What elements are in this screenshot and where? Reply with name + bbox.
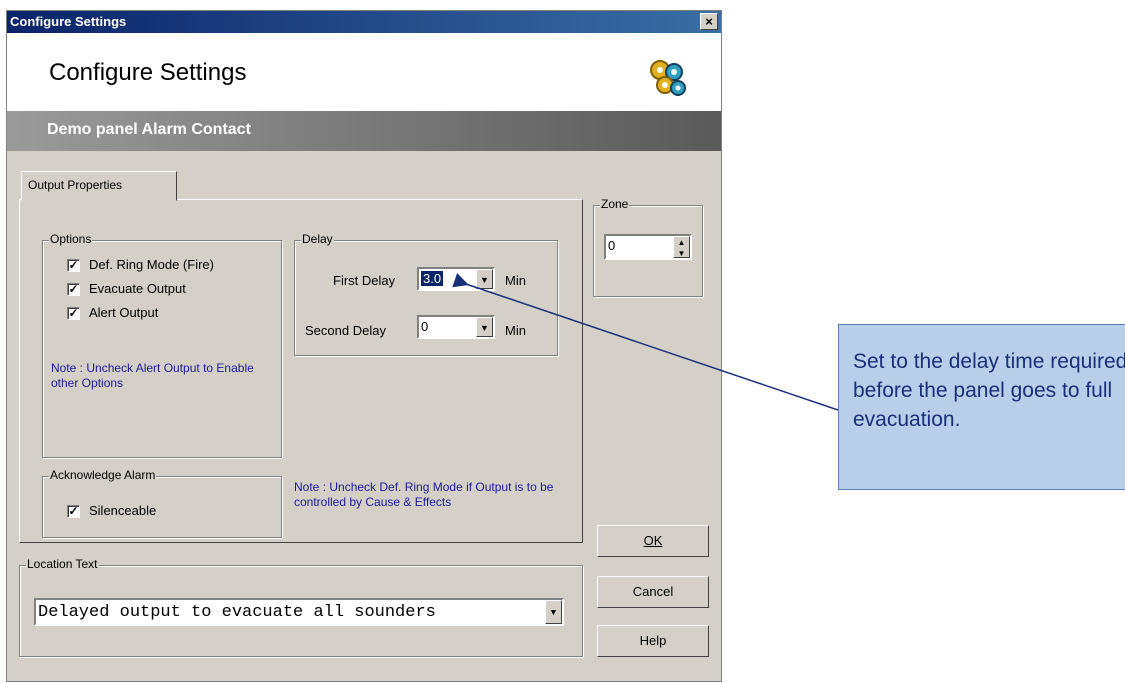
location-text-value: Delayed output to evacuate all sounders (38, 603, 436, 622)
evacuate-output-label: Evacuate Output (89, 281, 186, 296)
tab-output-properties[interactable]: Output Properties (21, 171, 177, 201)
first-delay-value: 3.0 (419, 270, 445, 287)
close-button[interactable]: × (700, 13, 718, 30)
zone-group: Zone 0 ▲ ▼ (593, 197, 703, 297)
tab-label: Output Properties (28, 178, 123, 192)
tab-panel: Options ✓ Def. Ring Mode (Fire) ✓ Evacua… (19, 199, 583, 543)
def-ring-mode-checkbox[interactable]: ✓ (67, 259, 80, 272)
gears-icon (650, 60, 686, 96)
silenceable-label: Silenceable (89, 503, 157, 518)
ok-button-label: OK (643, 533, 663, 548)
chevron-down-icon[interactable]: ▼ (476, 269, 493, 289)
configure-settings-dialog: Configure Settings × Configure Settings … (6, 10, 722, 682)
help-button-label: Help (639, 633, 667, 648)
acknowledge-alarm-label: Acknowledge Alarm (49, 468, 157, 482)
def-ring-mode-label: Def. Ring Mode (Fire) (89, 257, 214, 272)
second-delay-unit: Min (505, 323, 526, 338)
title-bar: Configure Settings × (7, 11, 721, 33)
header-title: Configure Settings (49, 59, 247, 86)
location-text-label: Location Text (26, 557, 99, 571)
chevron-down-icon[interactable]: ▼ (545, 600, 562, 624)
window-title: Configure Settings (10, 14, 127, 29)
delay-group: Delay First Delay 3.0 ▼ Min Second Delay… (294, 232, 558, 356)
ok-button[interactable]: OK (597, 525, 709, 557)
alert-output-label: Alert Output (89, 305, 159, 320)
help-button[interactable]: Help (597, 625, 709, 657)
location-text-group: Location Text Delayed output to evacuate… (19, 557, 583, 657)
ring-mode-note: Note : Uncheck Def. Ring Mode if Output … (294, 480, 554, 509)
header-banner: Configure Settings (7, 33, 721, 111)
alert-output-checkbox[interactable]: ✓ (67, 307, 80, 320)
second-delay-value: 0 (421, 319, 429, 334)
cancel-button[interactable]: Cancel (597, 576, 709, 608)
location-text-select[interactable]: Delayed output to evacuate all sounders … (34, 598, 564, 626)
second-delay-label: Second Delay (305, 323, 386, 338)
spinner-arrows-icon[interactable]: ▲ ▼ (673, 236, 690, 258)
zone-label: Zone (600, 197, 630, 211)
first-delay-unit: Min (505, 273, 526, 288)
evacuate-output-checkbox[interactable]: ✓ (67, 283, 80, 296)
chevron-down-icon[interactable]: ▼ (476, 317, 493, 337)
callout-box: Set to the delay time required before th… (838, 324, 1125, 490)
callout-text: Set to the delay time required before th… (853, 350, 1125, 431)
cancel-button-label: Cancel (632, 584, 674, 599)
acknowledge-alarm-group: Acknowledge Alarm ✓ Silenceable (42, 468, 282, 538)
panel-name-bar: Demo panel Alarm Contact (7, 111, 721, 151)
first-delay-label: First Delay (333, 273, 396, 288)
alert-output-note: Note : Uncheck Alert Output to Enable ot… (51, 361, 254, 390)
second-delay-select[interactable]: 0 ▼ (417, 315, 495, 339)
delay-label: Delay (301, 232, 334, 246)
zone-spinner[interactable]: 0 ▲ ▼ (604, 234, 692, 260)
options-group: Options ✓ Def. Ring Mode (Fire) ✓ Evacua… (42, 232, 282, 458)
panel-name: Demo panel Alarm Contact (47, 121, 251, 138)
first-delay-select[interactable]: 3.0 ▼ (417, 267, 495, 291)
zone-value: 0 (608, 238, 616, 253)
silenceable-checkbox[interactable]: ✓ (67, 505, 80, 518)
options-label: Options (49, 232, 93, 246)
